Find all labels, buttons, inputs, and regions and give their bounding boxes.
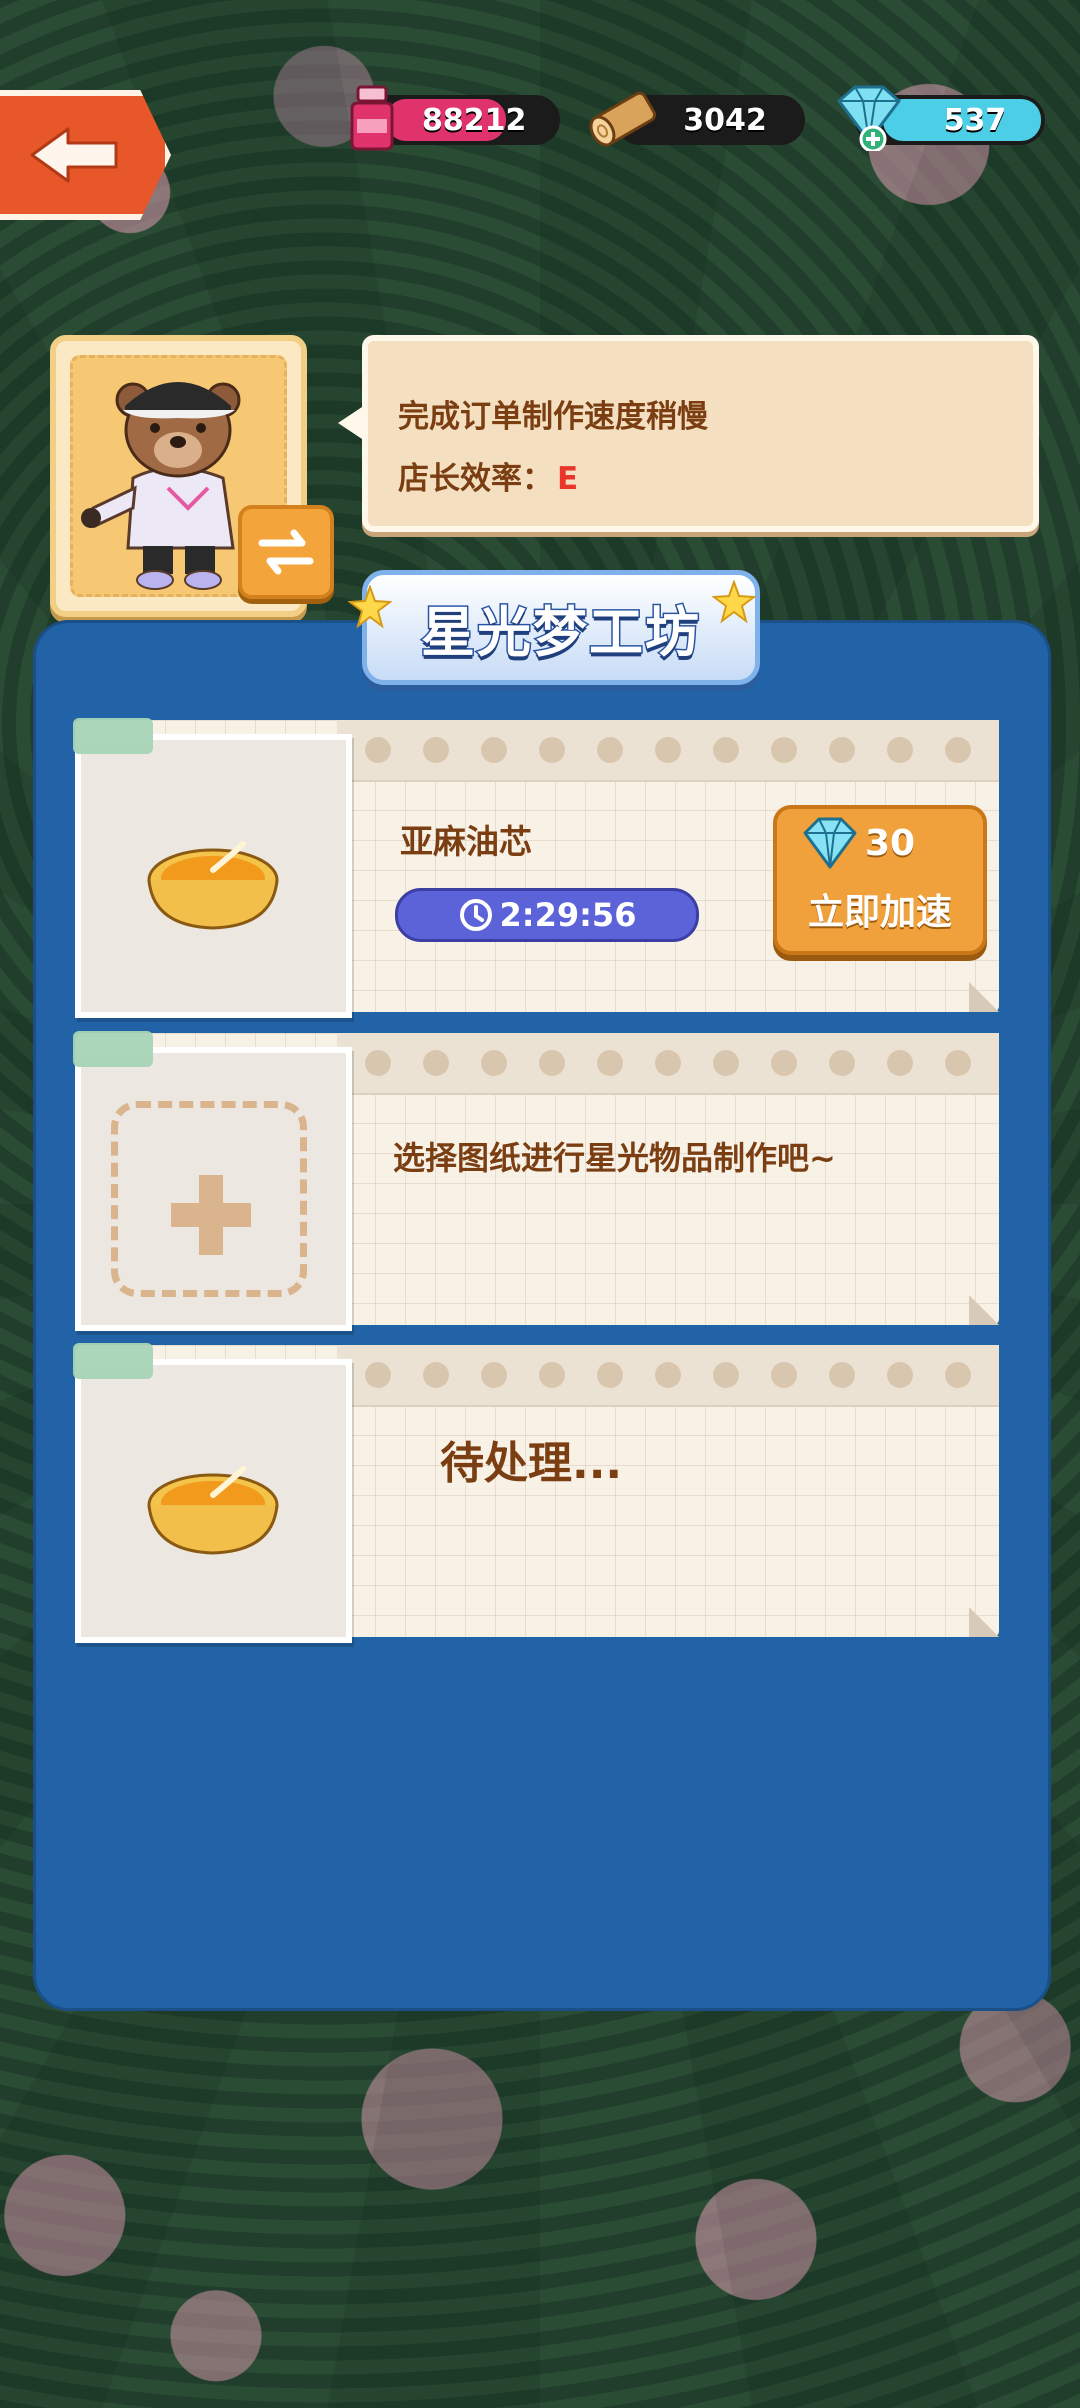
binder-holes bbox=[337, 1345, 999, 1407]
workshop-title: 星光梦工坊 bbox=[420, 600, 701, 666]
oil-wick-bowl-icon bbox=[147, 841, 279, 930]
crafting-item-name: 亚麻油芯 bbox=[400, 822, 532, 861]
craft-timer: 2:29:56 bbox=[395, 888, 699, 942]
diamond-icon bbox=[837, 85, 901, 151]
oil-wick-bowl-icon bbox=[147, 1466, 279, 1555]
craft-slot-active[interactable]: 亚麻油芯 2:29:56 30 立即加速 bbox=[73, 718, 999, 1018]
wood-value: 3042 bbox=[683, 102, 767, 138]
diamond-icon bbox=[803, 817, 857, 869]
select-blueprint-hint: 选择图纸进行星光物品制作吧~ bbox=[393, 1139, 836, 1177]
speed-up-cost: 30 bbox=[865, 823, 916, 864]
item-thumbnail bbox=[75, 1359, 352, 1643]
gem-value: 537 bbox=[943, 102, 1007, 138]
arrow-left-icon bbox=[30, 127, 117, 183]
craft-timer-value: 2:29:56 bbox=[499, 896, 637, 934]
plus-icon bbox=[171, 1175, 251, 1255]
workshop-title-plaque: 星光梦工坊 bbox=[362, 570, 760, 685]
craft-slot-pending[interactable]: 待处理... bbox=[73, 1343, 999, 1643]
manager-efficiency: 店长效率： E bbox=[398, 453, 578, 498]
efficiency-grade: E bbox=[557, 461, 579, 497]
speed-up-button[interactable]: 30 立即加速 bbox=[773, 805, 987, 955]
clock-icon bbox=[459, 899, 492, 931]
swap-manager-button[interactable] bbox=[238, 505, 334, 599]
speed-up-label: 立即加速 bbox=[807, 892, 952, 933]
swap-arrows-icon bbox=[258, 529, 314, 575]
manager-speech-bubble: 完成订单制作速度稍慢 店长效率： E bbox=[338, 335, 1039, 532]
craft-slot-empty[interactable]: 选择图纸进行星光物品制作吧~ bbox=[73, 1031, 999, 1331]
binder-holes bbox=[337, 720, 999, 782]
manager-comment: 完成订单制作速度稍慢 bbox=[398, 399, 708, 435]
star-icon bbox=[348, 585, 392, 629]
star-icon bbox=[712, 580, 756, 624]
ink-value: 88212 bbox=[422, 102, 527, 138]
empty-thumbnail[interactable] bbox=[75, 1047, 352, 1331]
gem-resource[interactable]: 537 bbox=[837, 85, 1045, 151]
binder-holes bbox=[337, 1033, 999, 1095]
efficiency-label: 店长效率： bbox=[398, 461, 553, 497]
ink-bottle-icon bbox=[350, 85, 394, 151]
item-thumbnail bbox=[75, 734, 352, 1018]
ink-resource: 88212 bbox=[350, 85, 560, 151]
wood-resource: 3042 bbox=[589, 91, 805, 147]
wood-log-icon bbox=[589, 91, 657, 147]
pending-status: 待处理... bbox=[440, 1438, 623, 1489]
back-button[interactable] bbox=[0, 90, 171, 220]
